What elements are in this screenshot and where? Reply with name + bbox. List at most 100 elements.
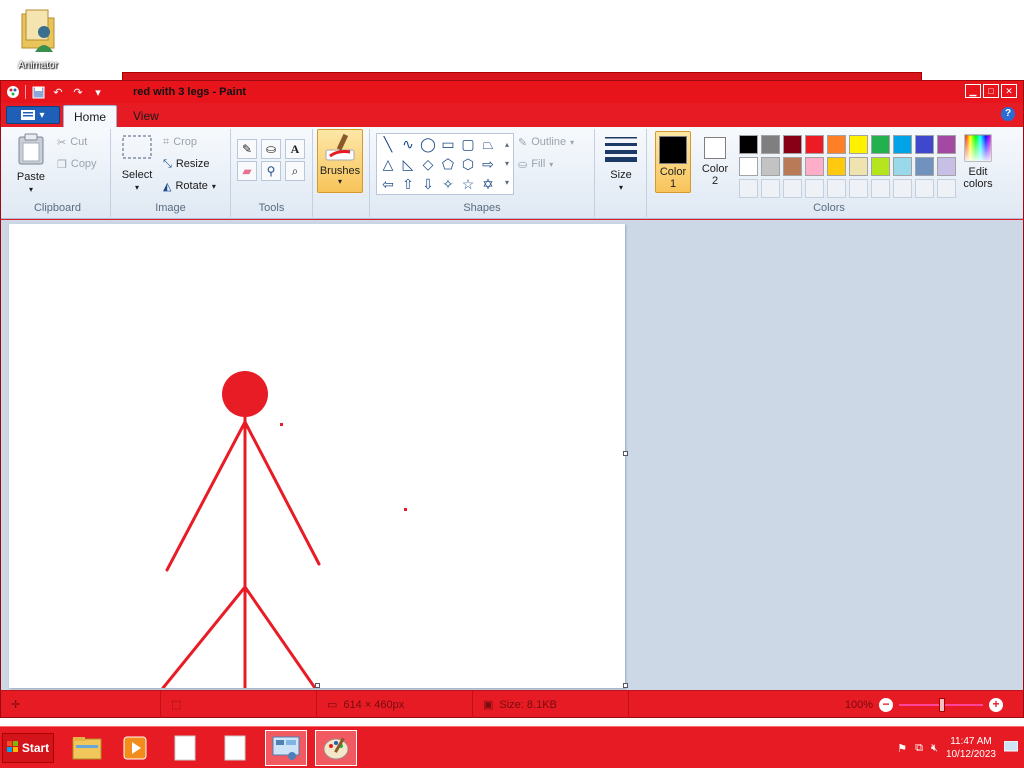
palette-color-swatch[interactable] (871, 157, 890, 176)
shape-option[interactable]: ⏢ (479, 135, 497, 153)
select-button[interactable]: Select ▾ (117, 133, 157, 193)
size-button[interactable]: Size ▾ (603, 135, 639, 193)
zoom-out-icon[interactable]: − (879, 697, 893, 712)
shape-option[interactable]: ⇩ (419, 175, 437, 193)
copy-button[interactable]: ❐ Copy (57, 155, 97, 173)
network-icon[interactable]: ⧉ (915, 742, 923, 755)
custom-color-slot[interactable] (805, 179, 824, 198)
palette-color-swatch[interactable] (893, 135, 912, 154)
palette-color-swatch[interactable] (827, 135, 846, 154)
palette-color-swatch[interactable] (937, 135, 956, 154)
paint-app-icon[interactable] (5, 84, 21, 100)
palette-color-swatch[interactable] (827, 157, 846, 176)
palette-color-swatch[interactable] (783, 135, 802, 154)
shape-option[interactable]: ◇ (419, 155, 437, 173)
document-icon[interactable] (164, 730, 206, 766)
rotate-button[interactable]: ◭ Rotate ▾ (163, 177, 216, 195)
shape-option[interactable]: ✡ (479, 175, 497, 193)
text-icon[interactable]: A (285, 139, 305, 159)
resize-handle-right[interactable] (623, 451, 628, 456)
custom-color-slot[interactable] (937, 179, 956, 198)
start-button[interactable]: Start (2, 733, 54, 763)
custom-color-slot[interactable] (871, 179, 890, 198)
drawing-canvas[interactable] (9, 224, 625, 688)
shape-option[interactable]: ◺ (399, 155, 417, 173)
palette-color-swatch[interactable] (871, 135, 890, 154)
shape-option[interactable]: ∿ (399, 135, 417, 153)
paint-menu-button[interactable]: ▾ (6, 106, 60, 124)
volume-muted-icon[interactable]: 🔇︎ (931, 742, 938, 755)
pencil-icon[interactable]: ✎ (237, 139, 257, 159)
minimize-icon[interactable]: ▁ (965, 84, 981, 98)
custom-color-slot[interactable] (761, 179, 780, 198)
custom-color-slot[interactable] (827, 179, 846, 198)
custom-color-slot[interactable] (739, 179, 758, 198)
shape-option[interactable]: ▢ (459, 135, 477, 153)
shape-option[interactable]: ╲ (379, 135, 397, 153)
palette-color-swatch[interactable] (915, 157, 934, 176)
desktop-icon-animator[interactable]: Animator (12, 6, 64, 71)
palette-color-swatch[interactable] (915, 135, 934, 154)
flag-icon[interactable]: ⚑ (897, 742, 907, 755)
outline-button[interactable]: ✎ Outline ▾ (518, 133, 574, 151)
redo-icon[interactable]: ↷ (70, 84, 86, 100)
shape-option[interactable]: ⇦ (379, 175, 397, 193)
document-icon[interactable] (214, 730, 256, 766)
palette-color-swatch[interactable] (783, 157, 802, 176)
palette-color-swatch[interactable] (761, 135, 780, 154)
customize-icon[interactable]: ▾ (90, 84, 106, 100)
palette-color-swatch[interactable] (805, 135, 824, 154)
save-icon[interactable] (30, 84, 46, 100)
zoom-slider[interactable] (899, 697, 983, 712)
close-icon[interactable]: ✕ (1001, 84, 1017, 98)
shape-option[interactable]: △ (379, 155, 397, 173)
fill-shape-button[interactable]: ⛀ Fill ▾ (518, 155, 553, 173)
shape-option[interactable]: ⬠ (439, 155, 457, 173)
paint-icon[interactable] (315, 730, 357, 766)
shape-option[interactable]: ☆ (459, 175, 477, 193)
media-player-icon[interactable] (114, 730, 156, 766)
shape-option[interactable]: ◯ (419, 135, 437, 153)
shape-option[interactable]: ▭ (439, 135, 457, 153)
tab-home[interactable]: Home (63, 105, 118, 127)
palette-color-swatch[interactable] (805, 157, 824, 176)
palette-color-swatch[interactable] (849, 157, 868, 176)
show-desktop-icon[interactable] (1003, 740, 1019, 756)
cut-button[interactable]: ✂ Cut (57, 133, 87, 151)
file-explorer-icon[interactable] (66, 730, 108, 766)
shape-option[interactable]: ✧ (439, 175, 457, 193)
brushes-button[interactable]: Brushes ▾ (317, 129, 363, 193)
tab-view[interactable]: View (123, 105, 169, 127)
maximize-icon[interactable]: □ (983, 84, 999, 98)
magnifier-icon[interactable]: ⌕ (285, 161, 305, 181)
palette-color-swatch[interactable] (937, 157, 956, 176)
edit-colors-button[interactable]: Edit colors (959, 133, 997, 190)
clock[interactable]: 11:47 AM 10/12/2023 (946, 735, 996, 761)
shape-option[interactable]: ⇨ (479, 155, 497, 173)
control-panel-icon[interactable] (265, 730, 307, 766)
palette-color-swatch[interactable] (761, 157, 780, 176)
zoom-in-icon[interactable]: + (989, 697, 1003, 712)
help-icon[interactable]: ? (1001, 107, 1015, 121)
custom-color-slot[interactable] (915, 179, 934, 198)
shape-option[interactable]: ⇧ (399, 175, 417, 193)
palette-color-swatch[interactable] (739, 135, 758, 154)
shape-option[interactable]: ⬡ (459, 155, 477, 173)
crop-button[interactable]: ⌗ Crop (163, 133, 197, 151)
gallery-scroll[interactable]: ▴ ▾ ▾ (502, 135, 512, 193)
custom-color-slot[interactable] (893, 179, 912, 198)
fill-icon[interactable]: ⛀ (261, 139, 281, 159)
undo-icon[interactable]: ↶ (50, 84, 66, 100)
eraser-icon[interactable]: ▰ (237, 161, 257, 181)
zoom-slider-thumb[interactable] (939, 697, 945, 712)
resize-button[interactable]: ⤡ Resize (163, 155, 209, 173)
color-picker-icon[interactable]: ⚲ (261, 161, 281, 181)
resize-handle-bottom[interactable] (315, 683, 320, 688)
color1-button[interactable]: Color 1 (655, 131, 691, 193)
custom-color-slot[interactable] (849, 179, 868, 198)
color2-button[interactable]: Color 2 (697, 131, 733, 193)
title-bar[interactable]: ↶ ↷ ▾ red with 3 legs - Paint ▁ □ ✕ (1, 81, 1023, 103)
resize-handle-corner[interactable] (623, 683, 628, 688)
paste-button[interactable]: Paste ▾ (11, 133, 51, 195)
palette-color-swatch[interactable] (739, 157, 758, 176)
